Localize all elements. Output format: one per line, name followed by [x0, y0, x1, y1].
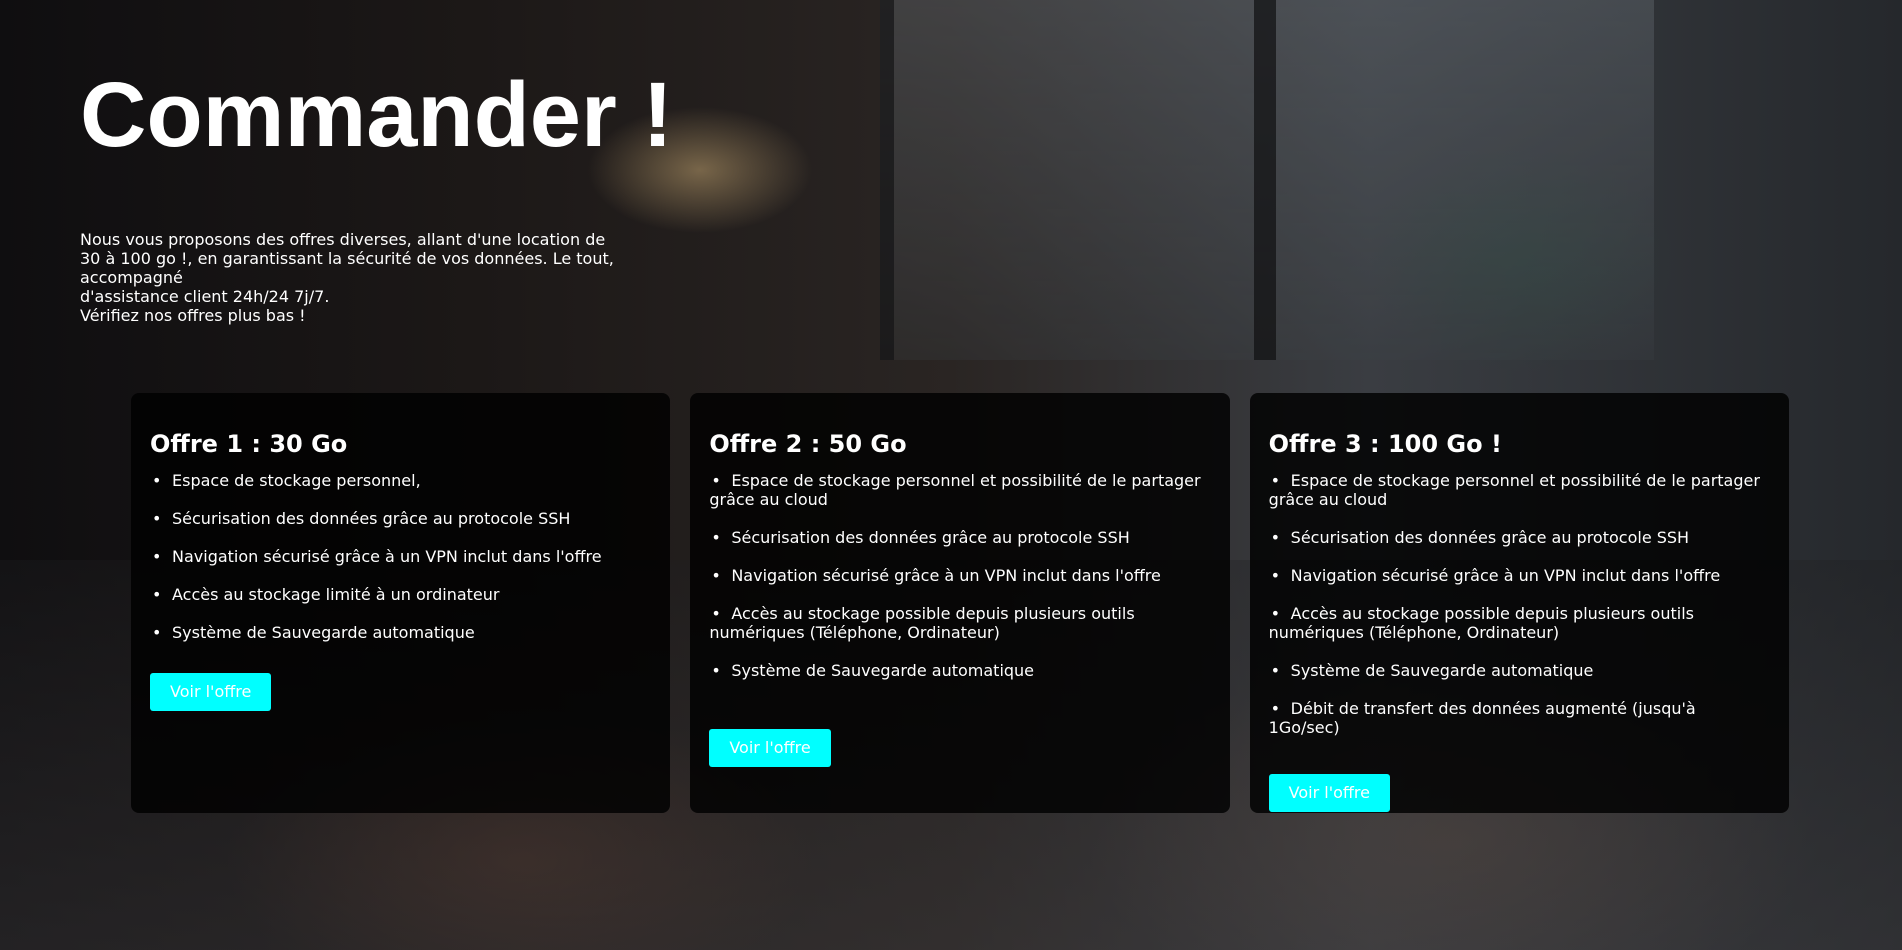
- offer-feature: • Sécurisation des données grâce au proto…: [152, 509, 571, 528]
- offer-feature: • Système de Sauvegarde automatique: [1270, 661, 1594, 680]
- offer-feature: • Système de Sauvegarde automatique: [711, 661, 1035, 680]
- bullet-icon: •: [152, 623, 162, 642]
- bullet-icon: •: [1270, 528, 1281, 547]
- offer-feature-list: • Espace de stockage personnel, • Sécurisa…: [150, 471, 650, 642]
- bullet-icon: •: [1270, 566, 1281, 585]
- offer-feature: • Navigation sécurisé grâce à un VPN incl…: [1270, 566, 1721, 585]
- bullet-icon: •: [711, 661, 721, 680]
- bullet-icon: •: [152, 509, 162, 528]
- hero-section: Commander !: [80, 60, 780, 170]
- offer-feature: • Espace de stockage personnel,: [152, 471, 421, 490]
- offer-feature: • Accès au stockage possible depuis plusi…: [709, 604, 1135, 642]
- bullet-icon: •: [1270, 604, 1281, 623]
- bullet-icon: •: [711, 471, 721, 490]
- offer-feature: • Espace de stockage personnel et possibi…: [709, 471, 1201, 509]
- bullet-icon: •: [711, 566, 721, 585]
- offer-feature: • Accès au stockage possible depuis plusi…: [1268, 604, 1694, 642]
- intro-line: Vérifiez nos offres plus bas !: [80, 306, 306, 325]
- offer-feature: • Navigation sécurisé grâce à un VPN incl…: [711, 566, 1161, 585]
- offer-feature: • Sécurisation des données grâce au proto…: [1270, 528, 1690, 547]
- offer-feature: • Accès au stockage limité à un ordinateu…: [152, 585, 500, 604]
- offer-feature: • Sécurisation des données grâce au proto…: [711, 528, 1130, 547]
- intro-line: 30 à 100 go !, en garantissant la sécuri…: [80, 249, 614, 287]
- view-offer-1-button[interactable]: Voir l'offre: [150, 673, 272, 711]
- bullet-icon: •: [1270, 471, 1281, 490]
- bullet-icon: •: [1270, 661, 1281, 680]
- view-offer-3-button[interactable]: Voir l'offre: [1268, 774, 1390, 812]
- view-offer-2-button[interactable]: Voir l'offre: [709, 729, 831, 767]
- intro-text: Nous vous proposons des offres diverses,…: [80, 230, 720, 325]
- offer-title: Offre 1 : 30 Go: [150, 430, 348, 458]
- offers-grid: Offre 1 : 30 Go • Espace de stockage pers…: [131, 393, 1789, 813]
- offer-card-2: Offre 2 : 50 Go • Espace de stockage pers…: [690, 393, 1230, 813]
- offer-feature-list: • Espace de stockage personnel et possibi…: [1269, 471, 1769, 737]
- intro-line: d'assistance client 24h/24 7j/7.: [80, 287, 330, 306]
- bullet-icon: •: [1270, 699, 1281, 718]
- offer-feature: • Système de Sauvegarde automatique: [152, 623, 475, 642]
- offer-feature-list: • Espace de stockage personnel et possibi…: [709, 471, 1209, 680]
- bullet-icon: •: [152, 547, 162, 566]
- offer-feature: • Espace de stockage personnel et possibi…: [1268, 471, 1760, 509]
- offer-title: Offre 2 : 50 Go: [709, 430, 907, 458]
- bullet-icon: •: [711, 604, 721, 623]
- bullet-icon: •: [152, 585, 162, 604]
- bullet-icon: •: [152, 471, 162, 490]
- intro-line: Nous vous proposons des offres diverses,…: [80, 230, 606, 249]
- offer-feature: • Débit de transfert des données augmenté…: [1268, 699, 1696, 737]
- offer-feature: • Navigation sécurisé grâce à un VPN incl…: [152, 547, 602, 566]
- offer-card-3: Offre 3 : 100 Go ! • Espace de stockage p…: [1249, 393, 1789, 813]
- background-window: [880, 0, 1654, 360]
- page-title: Commander !: [80, 64, 673, 166]
- offer-card-1: Offre 1 : 30 Go • Espace de stockage pers…: [131, 393, 671, 813]
- offer-title: Offre 3 : 100 Go !: [1268, 430, 1502, 458]
- bullet-icon: •: [711, 528, 721, 547]
